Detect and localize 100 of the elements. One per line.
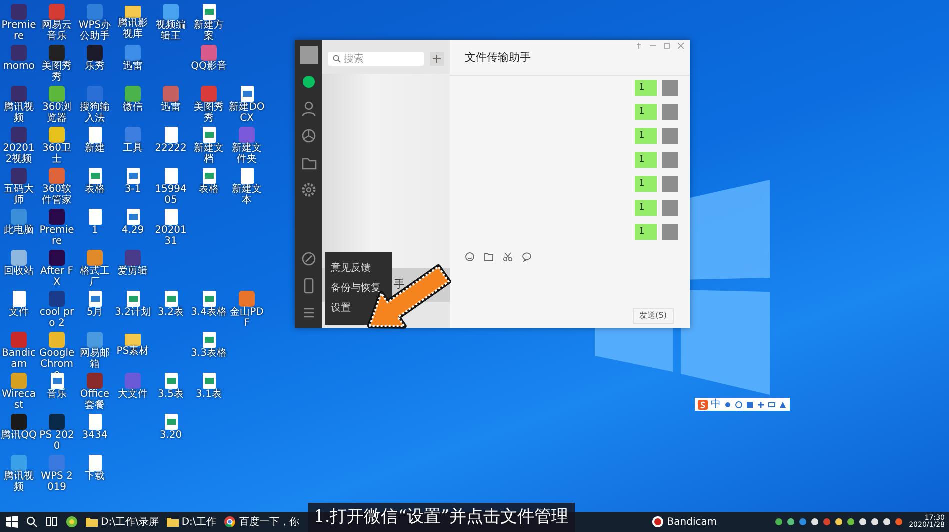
document-icon[interactable] — [126, 209, 140, 225]
windows-icon[interactable] — [6, 516, 18, 528]
file-icon[interactable] — [164, 127, 178, 143]
spreadsheet-icon[interactable] — [202, 168, 216, 184]
desktop-icon-label[interactable]: 网易邮箱 — [76, 349, 114, 370]
search-icon[interactable] — [26, 516, 38, 528]
desktop-icon-label[interactable]: 表格 — [190, 185, 228, 196]
desktop-icon-label[interactable]: 202012视频 — [0, 144, 38, 165]
desktop-icon-label[interactable]: 腾讯影视库 — [114, 19, 152, 40]
desktop-icon-label[interactable]: 3.20 — [152, 431, 190, 442]
desktop-icon-label[interactable]: WPS 2019 — [38, 472, 76, 493]
desktop-icon-label[interactable]: 格式工厂 — [76, 267, 114, 288]
spreadsheet-icon[interactable] — [202, 373, 216, 389]
pin-icon[interactable] — [636, 43, 642, 49]
task-view-icon[interactable] — [46, 516, 58, 528]
scissors-icon[interactable] — [503, 252, 513, 262]
desktop-icon-label[interactable]: 22222 — [152, 144, 190, 154]
desktop-icon-label[interactable]: 微信 — [114, 103, 152, 114]
desktop-icon-label[interactable]: 乐秀 — [76, 62, 114, 72]
taskbar-item[interactable]: 百度一下，你 — [220, 512, 304, 532]
desktop-icon-label[interactable]: 新建DOCX — [228, 103, 266, 124]
desktop-icon-label[interactable]: 迅雷 — [114, 62, 152, 72]
desktop-icon-label[interactable]: 3.3表格 — [190, 349, 228, 360]
taskbar-item[interactable]: D:\工作 — [162, 512, 220, 532]
smiley-icon[interactable] — [465, 252, 475, 262]
desktop-icon-label[interactable]: Wirecast — [0, 390, 38, 411]
desktop-icon-label[interactable]: 3-1 — [114, 185, 152, 196]
search-field[interactable]: 搜索 — [328, 52, 424, 66]
desktop-icon-label[interactable]: 工具 — [114, 144, 152, 154]
file-icon[interactable] — [88, 455, 102, 471]
desktop-icon-label[interactable]: 腾讯QQ — [0, 431, 38, 442]
desktop-icon-label[interactable]: 360浏览器 — [38, 103, 76, 124]
document-icon[interactable] — [240, 86, 254, 102]
menu-item[interactable]: 设置 — [331, 301, 351, 316]
desktop-icon-label[interactable]: 新建文档 — [190, 144, 228, 165]
desktop-icon-label[interactable]: 大文件 — [114, 390, 152, 400]
desktop-icon-label[interactable]: 腾讯视频 — [0, 103, 38, 124]
desktop-icon-label[interactable]: 迅雷 — [152, 103, 190, 114]
add-button[interactable] — [430, 52, 444, 66]
desktop-icon-label[interactable]: 新建方案 — [190, 21, 228, 42]
app-icon[interactable] — [66, 516, 78, 528]
desktop-icon-label[interactable]: 视频编辑王 — [152, 21, 190, 42]
desktop-icon-label[interactable]: QQ影音 — [190, 62, 228, 72]
desktop-icon-label[interactable]: 3434 — [76, 431, 114, 442]
avatar-placeholder[interactable] — [300, 46, 318, 64]
desktop-icon-label[interactable]: 3.4表格 — [190, 308, 228, 318]
file-icon[interactable] — [164, 168, 178, 184]
desktop-icon-label[interactable]: 网易云音乐 — [38, 21, 76, 42]
desktop-icon-label[interactable]: 1 — [76, 226, 114, 236]
close-icon[interactable] — [678, 43, 684, 49]
speech-bubble-icon[interactable] — [522, 252, 532, 262]
file-icon[interactable] — [12, 291, 26, 307]
desktop-icon-label[interactable]: Premiere — [0, 21, 38, 42]
toolbar-icon[interactable] — [757, 400, 765, 408]
desktop-icon-label[interactable]: 爱剪辑 — [114, 267, 152, 278]
desktop-icon-label[interactable]: PS 2020 — [38, 431, 76, 452]
desktop-icon-label[interactable]: Bandicam — [0, 349, 38, 370]
maximize-icon[interactable] — [664, 43, 670, 49]
spreadsheet-icon[interactable] — [202, 291, 216, 307]
desktop-icon-label[interactable]: 3.2表 — [152, 308, 190, 318]
desktop-icon-label[interactable]: 5月 — [76, 308, 114, 318]
desktop-icon-label[interactable]: 360软件管家 — [38, 185, 76, 206]
file-icon[interactable] — [88, 414, 102, 430]
menu-item[interactable]: 意见反馈 — [331, 261, 371, 276]
desktop-icon-label[interactable]: 3.5表 — [152, 390, 190, 400]
desktop-icon-label[interactable]: 搜狗输入法 — [76, 103, 114, 124]
desktop-icon-label[interactable]: 360卫士 — [38, 144, 76, 165]
circle-slash-icon[interactable] — [300, 250, 318, 268]
taskbar-item[interactable]: D:\工作\录屏 — [82, 512, 163, 532]
desktop-icon-label[interactable]: Office套餐 — [76, 390, 114, 411]
spreadsheet-icon[interactable] — [164, 414, 178, 430]
desktop-icon-label[interactable]: 4.29 — [114, 226, 152, 236]
desktop-icon-label[interactable]: After FX — [38, 267, 76, 288]
contacts-icon[interactable] — [300, 100, 318, 118]
desktop-icon-label[interactable]: 新建文件夹 — [228, 144, 266, 165]
spreadsheet-icon[interactable] — [164, 373, 178, 389]
spreadsheet-icon[interactable] — [202, 332, 216, 348]
desktop-icon-label[interactable]: 金山PDF — [228, 308, 266, 329]
spreadsheet-icon[interactable] — [202, 4, 216, 20]
desktop-icon-label[interactable]: 表格 — [76, 185, 114, 196]
desktop-icon-label[interactable]: cool pro 2 — [38, 308, 76, 329]
desktop-icon-label[interactable]: 2020131 — [152, 226, 190, 247]
desktop-icon-label[interactable]: 文件 — [0, 308, 38, 318]
document-icon[interactable] — [88, 291, 102, 307]
send-button[interactable]: 发送(S) — [632, 308, 674, 324]
file-icon[interactable] — [240, 168, 254, 184]
document-icon[interactable] — [50, 373, 64, 389]
desktop-icon-label[interactable]: 回收站 — [0, 267, 38, 278]
file-icon[interactable] — [164, 209, 178, 225]
desktop-icon-label[interactable]: 下载 — [76, 472, 114, 482]
desktop-icon-label[interactable]: 新建 — [76, 144, 114, 154]
file-icon[interactable] — [88, 209, 102, 225]
desktop-icon-label[interactable]: 美图秀秀 — [190, 103, 228, 124]
input-mode-label[interactable]: 中 — [711, 400, 721, 410]
taskbar-item[interactable]: Bandicam — [648, 512, 722, 532]
desktop-icon-label[interactable]: WPS办公助手 — [76, 21, 114, 42]
spreadsheet-icon[interactable] — [164, 291, 178, 307]
desktop-icon-label[interactable]: 此电脑 — [0, 226, 38, 236]
spreadsheet-icon[interactable] — [126, 291, 140, 307]
desktop-icon-label[interactable]: Premiere — [38, 226, 76, 247]
